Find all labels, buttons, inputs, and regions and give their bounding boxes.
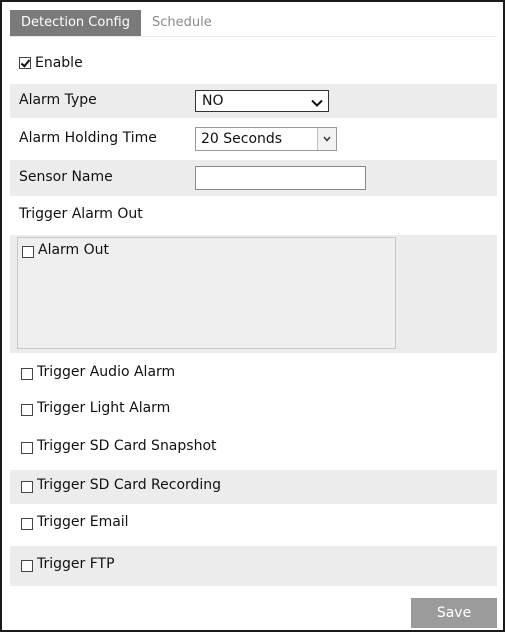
trigger-ftp-label: Trigger FTP [37, 556, 115, 572]
trigger-email-row: Trigger Email [10, 508, 497, 542]
trigger-sd-card-snapshot-checkbox[interactable] [21, 442, 33, 454]
trigger-sd-card-snapshot-row: Trigger SD Card Snapshot [10, 432, 497, 466]
tab-schedule[interactable]: Schedule [141, 10, 223, 36]
trigger-email-checkbox[interactable] [21, 518, 33, 530]
tab-detection-config[interactable]: Detection Config [10, 10, 141, 36]
trigger-alarm-out-label: Trigger Alarm Out [19, 206, 143, 222]
enable-row: Enable [10, 50, 497, 78]
dropdown-arrow-button[interactable] [317, 128, 336, 150]
trigger-audio-alarm-label: Trigger Audio Alarm [37, 364, 176, 380]
tab-bar: Detection Config Schedule [10, 10, 223, 36]
alarm-type-select[interactable]: NO [195, 90, 329, 112]
trigger-audio-alarm-row: Trigger Audio Alarm [10, 356, 497, 390]
save-button[interactable]: Save [411, 598, 497, 628]
trigger-email-label: Trigger Email [37, 514, 129, 530]
alarm-holding-time-label: Alarm Holding Time [19, 130, 157, 146]
alarm-out-checkbox[interactable] [22, 246, 34, 258]
trigger-sd-card-recording-checkbox[interactable] [21, 481, 33, 493]
alarm-holding-time-select[interactable]: 20 Seconds [195, 127, 337, 151]
chevron-down-icon [311, 96, 323, 112]
alarm-type-label: Alarm Type [19, 92, 97, 108]
trigger-alarm-out-row: Trigger Alarm Out [10, 200, 497, 230]
enable-label: Enable [35, 55, 83, 71]
trigger-light-alarm-row: Trigger Light Alarm [10, 394, 497, 428]
alarm-out-list: Alarm Out [17, 237, 396, 349]
trigger-sd-card-recording-row: Trigger SD Card Recording [10, 470, 497, 504]
sensor-name-input[interactable] [195, 166, 366, 190]
trigger-sd-card-snapshot-label: Trigger SD Card Snapshot [37, 438, 217, 454]
sensor-name-label: Sensor Name [19, 169, 113, 185]
trigger-light-alarm-label: Trigger Light Alarm [37, 400, 171, 416]
alarm-type-value: NO [202, 93, 224, 109]
trigger-sd-card-recording-label: Trigger SD Card Recording [37, 477, 222, 493]
trigger-light-alarm-checkbox[interactable] [21, 404, 33, 416]
trigger-audio-alarm-checkbox[interactable] [21, 368, 33, 380]
trigger-ftp-row: Trigger FTP [10, 546, 497, 586]
enable-checkbox[interactable] [19, 57, 31, 69]
tab-divider [10, 36, 497, 37]
trigger-ftp-checkbox[interactable] [21, 560, 33, 572]
alarm-holding-time-value: 20 Seconds [201, 131, 283, 147]
alarm-out-label: Alarm Out [38, 242, 110, 258]
